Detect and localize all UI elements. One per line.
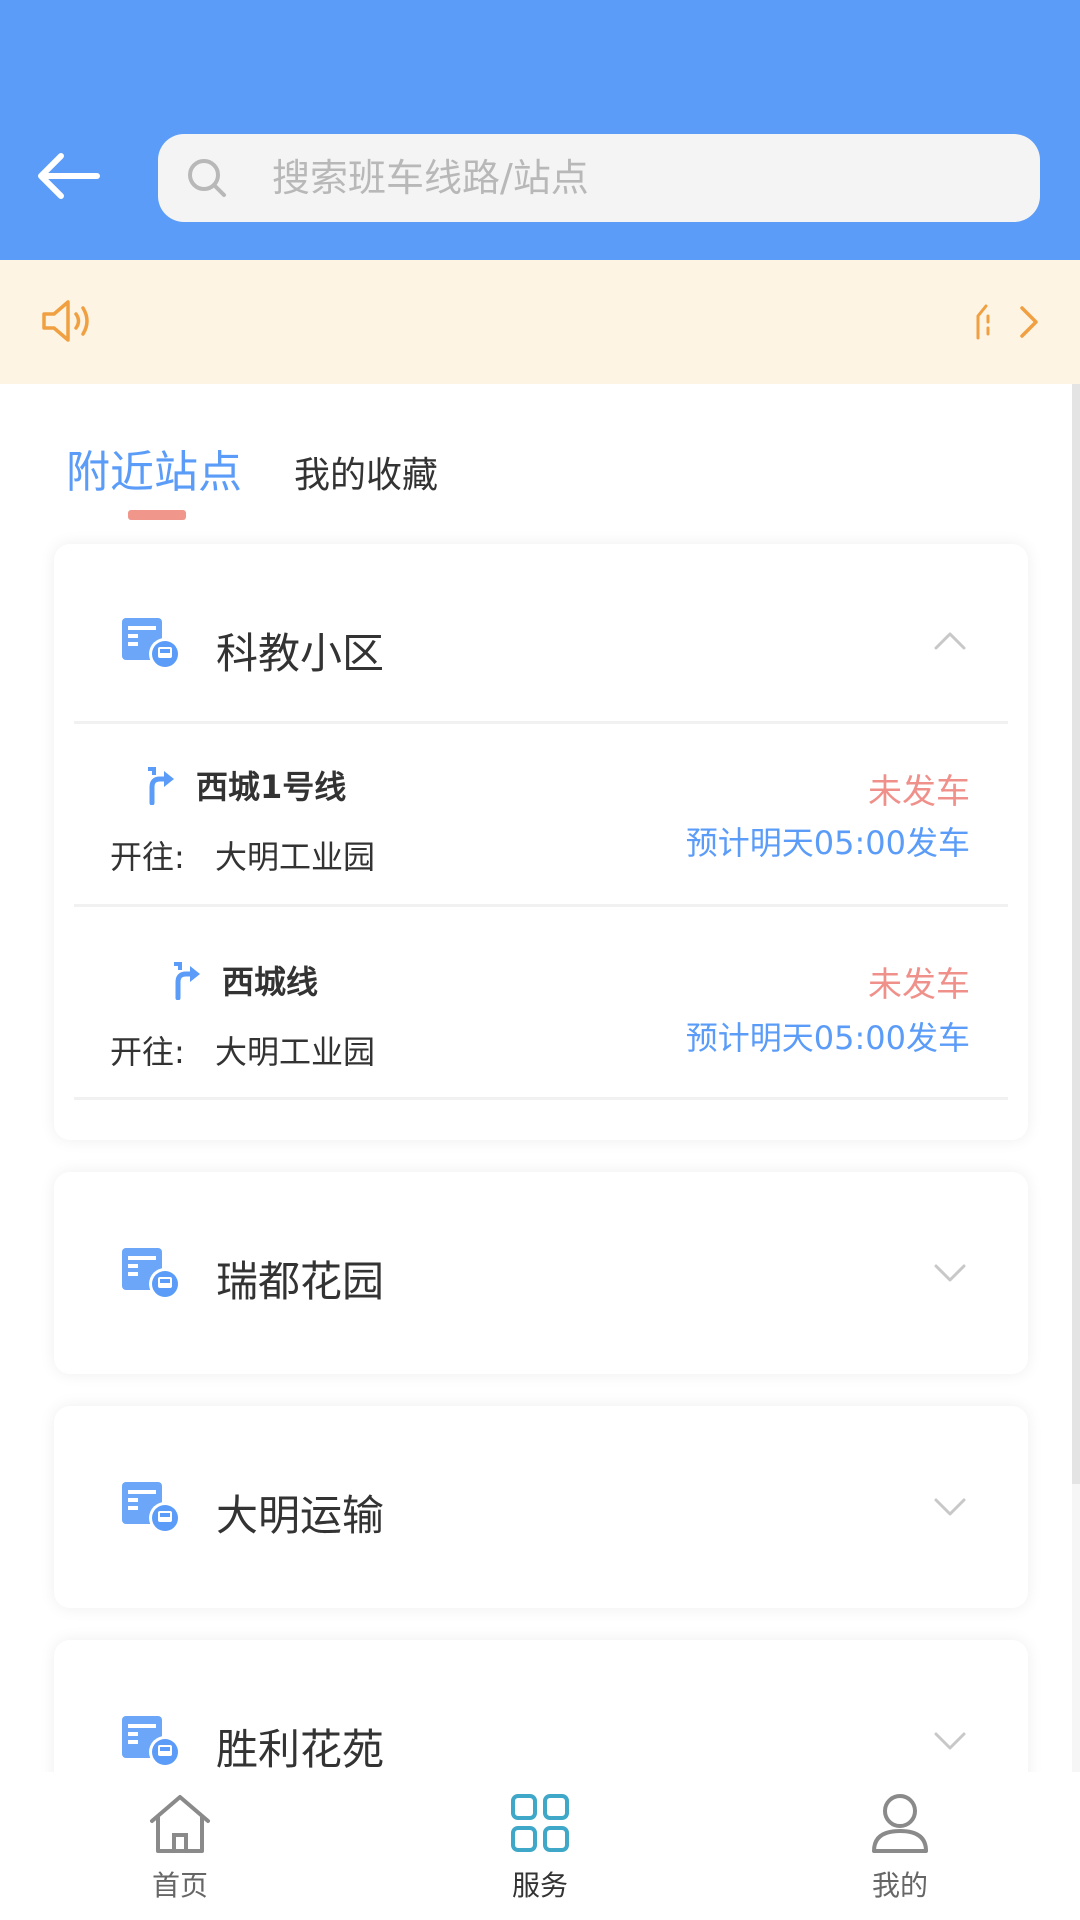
chevron-right-icon[interactable] bbox=[1018, 304, 1040, 340]
nav-item-services[interactable]: 服务 bbox=[440, 1772, 640, 1920]
nav-item-mine[interactable]: 我的 bbox=[800, 1772, 1000, 1920]
route-status: 未发车 bbox=[868, 772, 970, 812]
route-schedule: 预计明天05:00发车 bbox=[685, 1019, 970, 1057]
station-card[interactable]: 瑞都花园 bbox=[54, 1172, 1028, 1374]
chevron-down-icon[interactable] bbox=[932, 1262, 968, 1284]
station-name: 科教小区 bbox=[216, 629, 385, 678]
tab-active-indicator bbox=[128, 510, 186, 520]
route-status: 未发车 bbox=[868, 965, 970, 1005]
route-row[interactable]: 西城线 开往: 大明工业园 未发车 预计明天05:00发车 bbox=[54, 907, 1028, 1100]
tab-bar: 附近站点 我的收藏 bbox=[0, 384, 1072, 524]
grid-icon bbox=[511, 1794, 569, 1852]
destination-name: 大明工业园 bbox=[214, 1033, 375, 1071]
scrollbar[interactable] bbox=[1072, 384, 1080, 1484]
station-header[interactable]: 大明运输 bbox=[54, 1406, 1028, 1586]
user-icon bbox=[872, 1794, 928, 1853]
station-name: 大明运输 bbox=[216, 1491, 385, 1540]
chevron-down-icon[interactable] bbox=[932, 1496, 968, 1518]
content-area: 附近站点 我的收藏 科教小区 西城1号线 开往: 大明工业园 未发车 预计明天0… bbox=[0, 384, 1072, 1842]
route-schedule: 预计明天05:00发车 bbox=[685, 824, 970, 862]
station-header[interactable]: 瑞都花园 bbox=[54, 1172, 1028, 1352]
route-name: 西城线 bbox=[222, 963, 319, 1001]
route-turn-icon bbox=[174, 962, 200, 1000]
nav-label: 服务 bbox=[511, 1869, 568, 1902]
notice-text-fragment-icon bbox=[976, 304, 990, 340]
route-row[interactable]: 西城1号线 开往: 大明工业园 未发车 预计明天05:00发车 bbox=[54, 724, 1028, 917]
nav-item-home[interactable]: 首页 bbox=[80, 1772, 280, 1920]
nav-label: 我的 bbox=[871, 1869, 928, 1902]
tab-nearby-stations[interactable]: 附近站点 bbox=[66, 436, 242, 498]
home-icon bbox=[150, 1795, 210, 1853]
arrow-left-icon bbox=[38, 153, 100, 199]
route-turn-icon bbox=[148, 767, 174, 805]
back-button[interactable] bbox=[30, 146, 106, 206]
speaker-icon bbox=[42, 300, 89, 342]
station-header[interactable]: 科教小区 bbox=[54, 544, 1028, 724]
station-name: 瑞都花园 bbox=[216, 1257, 385, 1306]
destination-name: 大明工业园 bbox=[214, 838, 375, 876]
notice-bar[interactable] bbox=[0, 260, 1080, 384]
route-destination: 开往: 大明工业园 bbox=[110, 1027, 375, 1073]
bus-station-icon bbox=[122, 1248, 181, 1300]
destination-prefix: 开往: bbox=[110, 1033, 185, 1071]
station-name: 胜利花苑 bbox=[216, 1725, 385, 1774]
bottom-nav: 首页 服务 我的 bbox=[0, 1772, 1080, 1920]
tab-my-favorites[interactable]: 我的收藏 bbox=[294, 446, 438, 506]
search-box[interactable] bbox=[158, 134, 1040, 222]
station-card: 科教小区 西城1号线 开往: 大明工业园 未发车 预计明天05:00发车 西城线… bbox=[54, 544, 1028, 1140]
nav-label: 首页 bbox=[151, 1869, 208, 1902]
chevron-up-icon[interactable] bbox=[932, 630, 968, 652]
bus-station-icon bbox=[122, 1716, 181, 1768]
search-icon bbox=[186, 156, 230, 200]
header-bar bbox=[0, 0, 1080, 260]
search-input[interactable] bbox=[272, 156, 972, 200]
route-destination: 开往: 大明工业园 bbox=[110, 832, 375, 878]
divider bbox=[74, 1097, 1008, 1100]
bus-station-icon bbox=[122, 1482, 181, 1534]
destination-prefix: 开往: bbox=[110, 838, 185, 876]
station-card[interactable]: 大明运输 bbox=[54, 1406, 1028, 1608]
bus-station-icon bbox=[122, 618, 181, 670]
chevron-down-icon[interactable] bbox=[932, 1730, 968, 1752]
route-name: 西城1号线 bbox=[196, 768, 347, 806]
